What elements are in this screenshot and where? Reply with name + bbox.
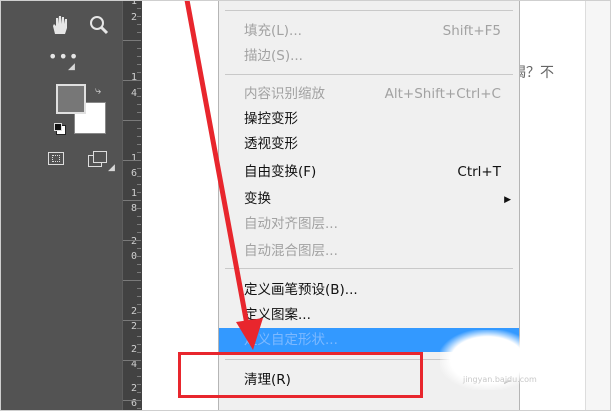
screenshot: ••• ◢ ⤷ ◢ 1214161820222426 蝎？不 填充(L)... … — [0, 0, 611, 411]
annotation-arrow-icon — [184, 0, 263, 350]
